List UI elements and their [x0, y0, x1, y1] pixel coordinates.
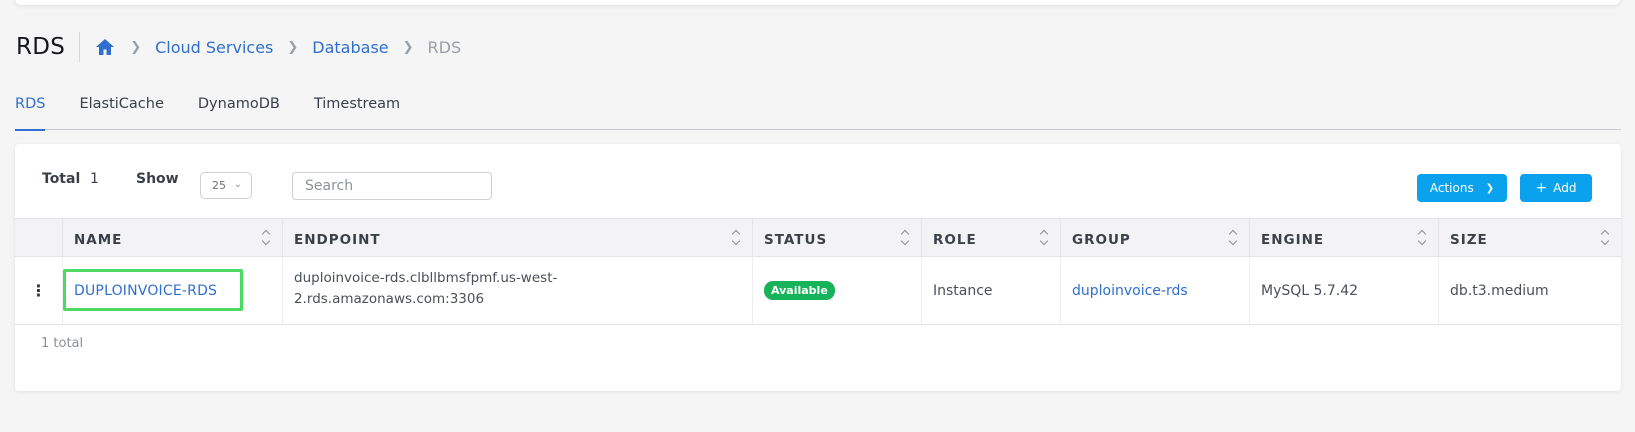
rds-name-link[interactable]: DUPLOINVOICE-RDS: [74, 283, 217, 299]
column-role-label: ROLE: [933, 232, 977, 248]
column-name[interactable]: NAME: [63, 219, 283, 256]
add-label: Add: [1553, 181, 1577, 195]
show-label: Show: [136, 171, 179, 187]
cell-name: DUPLOINVOICE-RDS: [63, 257, 283, 324]
column-endpoint-label: ENDPOINT: [294, 232, 381, 248]
sort-icon[interactable]: [1419, 231, 1427, 245]
column-endpoint[interactable]: ENDPOINT: [283, 219, 753, 256]
column-group-label: GROUP: [1072, 232, 1131, 248]
column-size[interactable]: SIZE: [1439, 219, 1621, 256]
endpoint-text: duploinvoice-rds.clbllbmsfpmf.us-west- 2…: [294, 257, 557, 310]
column-group[interactable]: GROUP: [1061, 219, 1250, 256]
page-size-select[interactable]: 25 ⌄: [200, 172, 252, 199]
breadcrumb-cloud-services[interactable]: Cloud Services: [155, 38, 273, 57]
table-row: ⋮ DUPLOINVOICE-RDS duploinvoice-rds.clbl…: [15, 257, 1621, 325]
breadcrumb-current: RDS: [427, 37, 462, 57]
endpoint-line-1: duploinvoice-rds.clbllbmsfpmf.us-west-: [294, 270, 558, 286]
tab-rds[interactable]: RDS: [15, 97, 46, 131]
endpoint-line-2: 2.rds.amazonaws.com:3306: [294, 291, 485, 307]
chevron-right-icon: ❯: [287, 39, 299, 55]
search-input[interactable]: [292, 172, 492, 200]
tab-dynamodb[interactable]: DynamoDB: [198, 97, 280, 130]
title-divider: [79, 32, 81, 62]
cell-endpoint: duploinvoice-rds.clbllbmsfpmf.us-west- 2…: [283, 257, 753, 324]
sort-icon[interactable]: [263, 231, 271, 245]
column-engine-label: ENGINE: [1261, 232, 1325, 248]
sort-icon[interactable]: [733, 231, 741, 245]
page-header: RDS ❯ Cloud Services ❯ Database ❯ RDS: [16, 30, 461, 64]
column-role[interactable]: ROLE: [922, 219, 1061, 256]
chevron-right-icon: ❯: [402, 39, 414, 55]
tab-bar: RDS ElastiCache DynamoDB Timestream: [15, 97, 1621, 131]
chevron-down-icon: ❯: [1485, 182, 1495, 194]
top-panel: [15, 0, 1620, 5]
sort-icon[interactable]: [1230, 231, 1238, 245]
home-icon[interactable]: [94, 36, 116, 58]
cell-size: db.t3.medium: [1450, 282, 1549, 299]
group-link[interactable]: duploinvoice-rds: [1072, 283, 1188, 299]
column-engine[interactable]: ENGINE: [1250, 219, 1439, 256]
actions-button[interactable]: Actions ❯: [1417, 174, 1507, 202]
kebab-icon[interactable]: ⋮: [15, 257, 63, 324]
cell-engine: MySQL 5.7.42: [1250, 257, 1439, 324]
column-status[interactable]: STATUS: [753, 219, 922, 256]
cell-status: Available: [753, 257, 922, 324]
rds-table: NAME ENDPOINT STATUS ROLE GROUP ENGINE S…: [15, 218, 1621, 325]
sort-icon[interactable]: [902, 231, 910, 245]
total-label: Total: [42, 171, 81, 187]
rds-table-card: Total 1 Show 25 ⌄ Actions ❯ + Add NAME E…: [15, 144, 1621, 391]
plus-icon: +: [1535, 180, 1548, 196]
sort-icon[interactable]: [1041, 231, 1049, 245]
total-footer: 1 total: [41, 336, 84, 351]
tab-elasticache[interactable]: ElastiCache: [79, 97, 163, 130]
chevron-down-icon: ⌄: [233, 179, 242, 190]
chevron-right-icon: ❯: [130, 39, 142, 55]
sort-icon[interactable]: [1602, 231, 1610, 245]
table-header: NAME ENDPOINT STATUS ROLE GROUP ENGINE S…: [15, 218, 1621, 257]
cell-role: Instance: [922, 257, 1061, 324]
page-size-value: 25: [212, 179, 226, 192]
column-status-label: STATUS: [764, 232, 828, 248]
actions-label: Actions: [1429, 181, 1474, 195]
column-menu: [15, 219, 63, 256]
cell-group: duploinvoice-rds: [1061, 257, 1250, 324]
column-size-label: SIZE: [1450, 232, 1488, 248]
status-badge: Available: [764, 281, 835, 300]
column-name-label: NAME: [74, 232, 123, 248]
page-title: RDS: [16, 34, 66, 60]
breadcrumb-database[interactable]: Database: [312, 38, 388, 57]
tab-timestream[interactable]: Timestream: [314, 97, 400, 130]
total-count: 1: [90, 171, 99, 187]
add-button[interactable]: + Add: [1520, 174, 1592, 202]
